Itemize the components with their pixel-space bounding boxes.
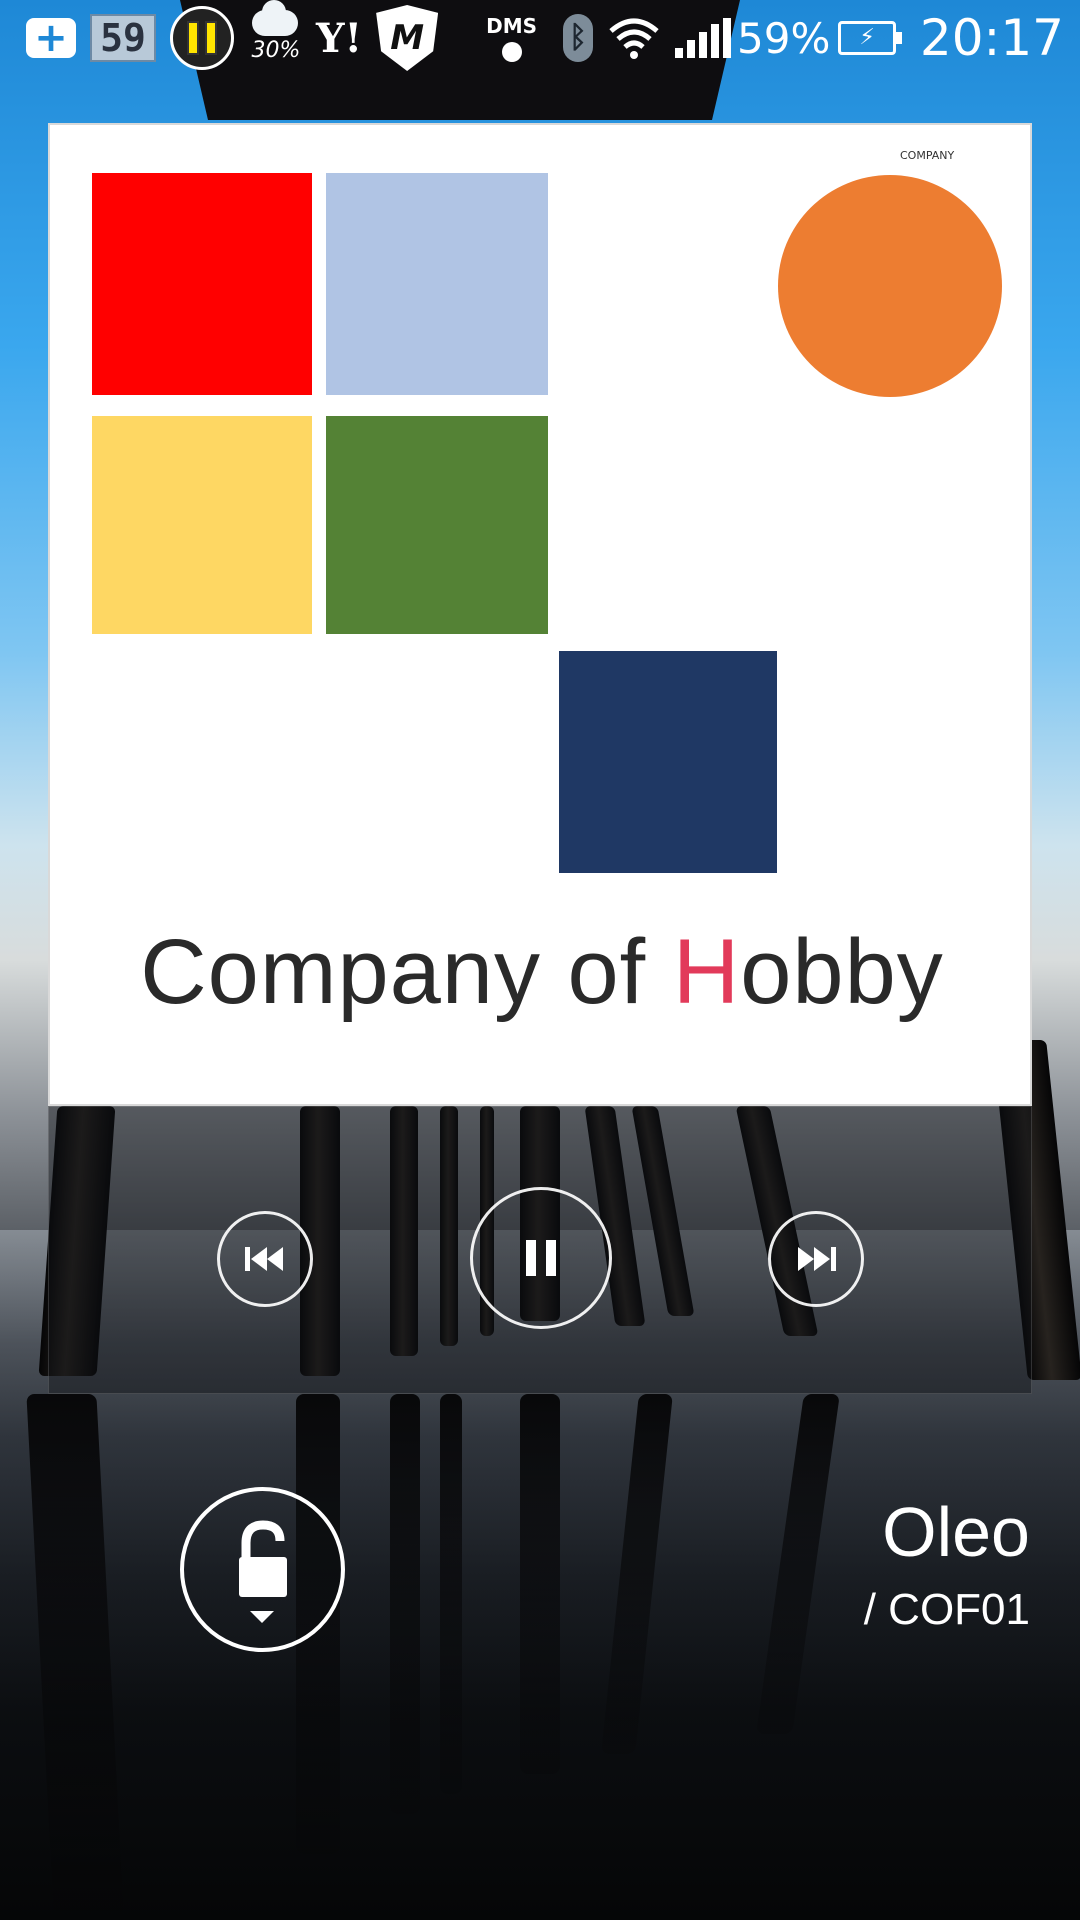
post-reflection: [440, 1394, 462, 1794]
bluetooth-icon: ᛒ: [563, 12, 594, 64]
previous-track-button[interactable]: [217, 1211, 313, 1307]
battery-charging-icon: ⚡: [838, 21, 903, 55]
track-album: / COF01: [863, 1585, 1030, 1634]
pause-notification-icon: [170, 6, 234, 70]
pause-icon: [526, 1240, 556, 1276]
next-track-button[interactable]: [768, 1211, 864, 1307]
post-reflection: [520, 1394, 560, 1774]
status-bar: + 59 30% Y! M DMS ᛒ 59% ⚡ 20:17: [0, 0, 1080, 76]
unlock-button[interactable]: [180, 1487, 345, 1652]
yahoo-icon: Y!: [316, 14, 363, 62]
skip-next-icon: [798, 1247, 836, 1271]
track-title: Oleo: [882, 1493, 1030, 1571]
add-notification-icon: +: [26, 12, 76, 64]
dms-label: DMS: [486, 14, 538, 38]
album-art: COMPANY Company of Hobby: [48, 123, 1032, 1106]
company-name-prefix: Company of: [140, 921, 673, 1023]
unlock-icon: [239, 1520, 287, 1623]
logo-square-navy: [559, 651, 777, 873]
company-name: Company of Hobby: [50, 920, 1034, 1025]
logo-square-yellow: [92, 416, 312, 634]
notification-counter: 59: [90, 14, 156, 62]
logo-square-red: [92, 173, 312, 395]
security-shield-icon: M: [376, 5, 439, 71]
battery-percent: 59%: [737, 13, 831, 63]
company-name-accent: H: [672, 921, 741, 1023]
post-reflection: [390, 1394, 420, 1814]
cell-signal-icon: [675, 18, 732, 58]
corner-text: COMPANY: [900, 149, 955, 162]
logo-square-light-blue: [326, 173, 548, 395]
pause-button[interactable]: [470, 1187, 612, 1329]
playback-controls: [48, 1106, 1032, 1394]
weather-percent: 30%: [251, 38, 301, 63]
counter-notification-icon: 59: [90, 12, 156, 64]
logo-square-green: [326, 416, 548, 634]
skip-previous-icon: [245, 1247, 283, 1271]
logo-circle-orange: [778, 175, 1002, 397]
wifi-icon: [607, 15, 661, 61]
dms-indicator-icon: DMS: [486, 14, 537, 62]
company-name-suffix: obby: [740, 921, 944, 1023]
weather-icon: 30%: [248, 0, 302, 64]
status-clock: 20:17: [919, 9, 1064, 67]
shield-letter: M: [390, 18, 425, 58]
